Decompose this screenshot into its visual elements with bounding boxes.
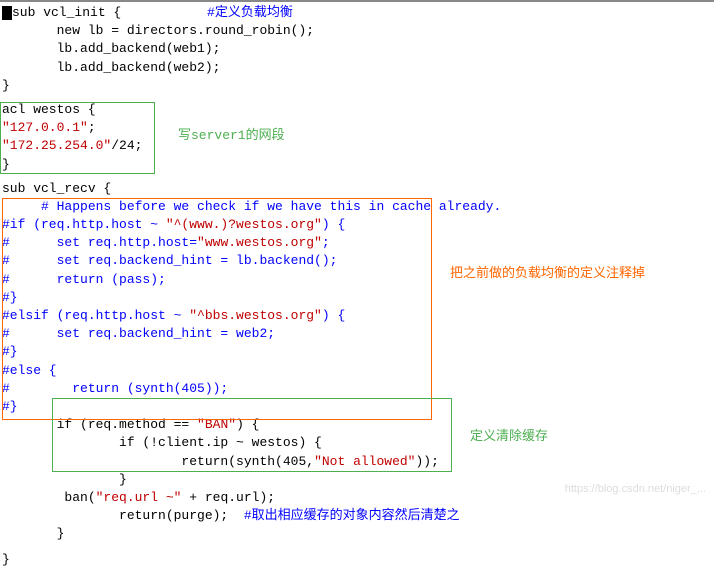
annotation-ban: 定义清除缓存 [470, 428, 548, 446]
cursor [2, 6, 12, 20]
ban-highlight-box [52, 398, 452, 472]
code-line: lb.add_backend(web2); [0, 59, 714, 77]
watermark: https://blog.csdn.net/niger_... [565, 482, 706, 497]
commented-highlight-box [2, 198, 432, 420]
code-line: lb.add_backend(web1); [0, 40, 714, 58]
top-border [0, 0, 714, 2]
annotation-acl: 写server1的网段 [178, 127, 285, 145]
annotation-commented: 把之前做的负载均衡的定义注释掉 [450, 265, 645, 283]
recv-line: sub vcl_recv { [0, 180, 714, 198]
recv-end: } [0, 551, 714, 569]
code-line: } [0, 77, 714, 95]
acl-highlight-box [0, 102, 155, 174]
ban-line: } [0, 525, 714, 543]
code-line: sub vcl_init { #定义负载均衡 [0, 4, 714, 22]
code-line: new lb = directors.round_robin(); [0, 22, 714, 40]
ban-line: return(purge); #取出相应缓存的对象内容然后清楚之 [0, 507, 714, 525]
